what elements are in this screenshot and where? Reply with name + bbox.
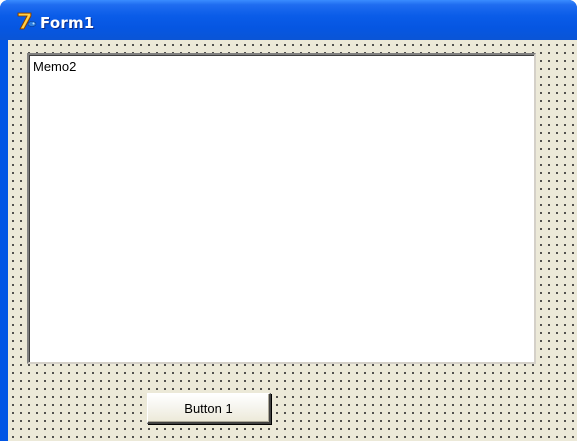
window-title: Form1 bbox=[40, 14, 95, 32]
form-window: Form1 Memo2 Button 1 bbox=[0, 0, 577, 441]
form-design-surface[interactable]: Memo2 Button 1 bbox=[8, 40, 577, 441]
button-1[interactable]: Button 1 bbox=[147, 393, 271, 424]
title-bar[interactable]: Form1 bbox=[0, 0, 577, 40]
memo-textarea[interactable]: Memo2 bbox=[27, 53, 536, 364]
memo-text: Memo2 bbox=[33, 59, 77, 74]
delphi-app-icon bbox=[17, 12, 37, 30]
